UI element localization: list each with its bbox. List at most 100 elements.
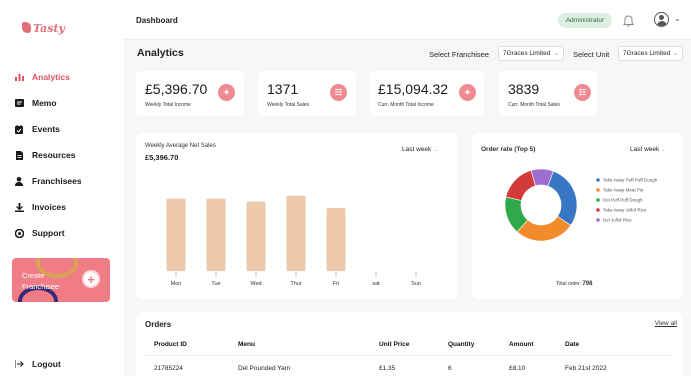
tag-icon[interactable]: ✦: [459, 84, 476, 101]
logo-text: Tasty: [33, 22, 65, 35]
stat-card-month-income: £15,094.32 Curr. Month Total Income ✦: [369, 71, 484, 116]
chevron-down-icon: ⌄: [672, 51, 678, 57]
sidebar-item-resources[interactable]: Resources: [12, 146, 112, 164]
sidebar-item-label: Support: [32, 228, 65, 238]
legend-label: Del Jollof Rice: [603, 218, 632, 223]
weekly-sales-panel: Weekly Average Net Sales £5,396.70 Last …: [136, 133, 457, 299]
legend-dot: [596, 188, 600, 192]
order-rate-donut-chart: Take Away Puff Puff Dough Take Away Meat …: [504, 168, 658, 242]
logout-button[interactable]: Logout: [12, 356, 61, 372]
unit-filter-label: Select Unit: [573, 50, 610, 59]
column-header: Unit Price: [379, 341, 410, 348]
legend-label: Take Away Jollof Rice: [603, 208, 647, 213]
column-header: Date: [565, 341, 580, 348]
cell-date: Feb 21st 2022: [565, 365, 607, 372]
create-franchisee-card[interactable]: Create Franchisee +: [12, 258, 110, 302]
plus-icon[interactable]: +: [82, 270, 100, 288]
memo-icon: [12, 99, 26, 107]
chevron-down-icon[interactable]: ⌄: [674, 14, 681, 23]
bell-icon[interactable]: [623, 14, 635, 27]
cell-product-id: 21785224: [154, 365, 183, 372]
bar-chart-icon: [12, 73, 26, 81]
x-tick-label: Thur: [290, 281, 301, 287]
weekly-sales-bar-chart: Mon Tue Wed Thur Fri sat Sun: [166, 195, 421, 287]
legend-dot: [596, 198, 600, 202]
order-rate-panel: Order rate (Top 5) Last week ⌄ Take Away …: [472, 133, 683, 299]
x-tick-label: Mon: [171, 281, 182, 287]
legend-label: Del Puff Puff Dough: [603, 198, 643, 203]
legend-dot: [596, 178, 600, 182]
stat-value: 1371: [267, 81, 299, 97]
sidebar-item-invoices[interactable]: Invoices: [12, 198, 112, 216]
x-tick-label: Wed: [250, 281, 261, 287]
legend-dot: [596, 208, 600, 212]
franchisee-select-value: 7Graces Limited: [503, 50, 551, 57]
sidebar-item-label: Invoices: [32, 202, 67, 212]
sidebar-item-label: Franchisees: [32, 176, 82, 186]
stat-value: £15,094.32: [378, 81, 449, 97]
stat-value: 3839: [508, 81, 540, 97]
view-all-link[interactable]: View all: [655, 320, 677, 327]
column-header: Menu: [238, 341, 255, 348]
calendar-icon: [12, 124, 26, 134]
unit-select[interactable]: 7Graces Limited ⌄: [618, 46, 683, 61]
top-bar: Dashboard Administrator ⌄: [124, 0, 691, 40]
analytics-title: Analytics: [137, 47, 184, 59]
logo[interactable]: Tasty: [22, 22, 65, 35]
cell-quantity: 6: [448, 365, 452, 372]
x-tick-label: Sun: [411, 281, 421, 287]
page-title: Dashboard: [136, 16, 178, 25]
stat-label: Weekly Total Sales: [267, 102, 310, 108]
x-tick-label: Fri: [333, 281, 339, 287]
sidebar-item-label: Analytics: [32, 72, 70, 82]
sidebar-item-support[interactable]: Support: [12, 224, 112, 242]
unit-select-value: 7Graces Limited: [623, 50, 671, 57]
bar-mon[interactable]: [166, 198, 186, 271]
sidebar-item-events[interactable]: Events: [12, 120, 112, 138]
franchisee-filter-label: Select Franchisee: [429, 50, 490, 59]
stat-card-weekly-sales: 1371 Weekly Total Sales ☷: [258, 71, 356, 116]
franchisee-select[interactable]: 7Graces Limited ⌄: [498, 46, 564, 61]
bar-fri[interactable]: [326, 208, 346, 271]
sidebar-item-label: Events: [32, 124, 60, 134]
sidebar-item-label: Resources: [32, 150, 76, 160]
stat-card-weekly-income: £5,396.70 Weekly Total Income ✦: [136, 71, 244, 116]
create-franchisee-label: Create Franchisee: [22, 271, 60, 291]
cell-amount: £8.10: [509, 365, 526, 372]
bar-tue[interactable]: [206, 198, 226, 271]
avatar-body: [656, 21, 667, 26]
orders-table: Orders View all Product ID Menu Unit Pri…: [136, 312, 683, 376]
receipt-icon[interactable]: ☷: [574, 84, 591, 101]
main-content: Dashboard Administrator ⌄ Analytics Sele…: [124, 0, 691, 376]
stat-label: Curr. Month Total Income: [378, 102, 434, 108]
invoice-icon: [12, 202, 26, 212]
divider: [142, 355, 672, 356]
sidebar-item-analytics[interactable]: Analytics: [12, 68, 112, 86]
receipt-icon[interactable]: ☷: [330, 84, 347, 101]
sidebar-item-franchisees[interactable]: Franchisees: [12, 172, 112, 190]
total-order: Total order: 798: [556, 281, 592, 287]
slice-3[interactable]: [505, 170, 536, 201]
stat-label: Weekly Total Income: [145, 102, 191, 108]
column-header: Amount: [509, 341, 534, 348]
bar-thur[interactable]: [286, 195, 306, 271]
legend-label: Take Away Puff Puff Dough: [603, 178, 658, 183]
sidebar-item-memo[interactable]: Memo: [12, 94, 112, 112]
logout-icon: [12, 360, 26, 368]
orders-title: Orders: [145, 320, 172, 329]
support-icon: [12, 228, 26, 238]
cell-unit-price: £1.35: [379, 365, 396, 372]
stat-label: Curr. Month Total Sales: [508, 102, 560, 108]
total-order-value: 798: [582, 281, 593, 287]
legend-dot: [596, 218, 600, 222]
logo-mark-icon: [22, 22, 31, 33]
document-icon: [12, 150, 26, 160]
slice-0[interactable]: [547, 170, 578, 226]
role-badge: Administrator: [558, 13, 612, 28]
cell-menu: Del Pounded Yam: [238, 365, 291, 372]
logout-label: Logout: [32, 359, 61, 369]
legend-label: Take Away Meat Pie: [603, 188, 644, 193]
bar-wed[interactable]: [246, 201, 266, 271]
tag-icon[interactable]: ✦: [218, 84, 235, 101]
avatar[interactable]: [654, 12, 669, 27]
